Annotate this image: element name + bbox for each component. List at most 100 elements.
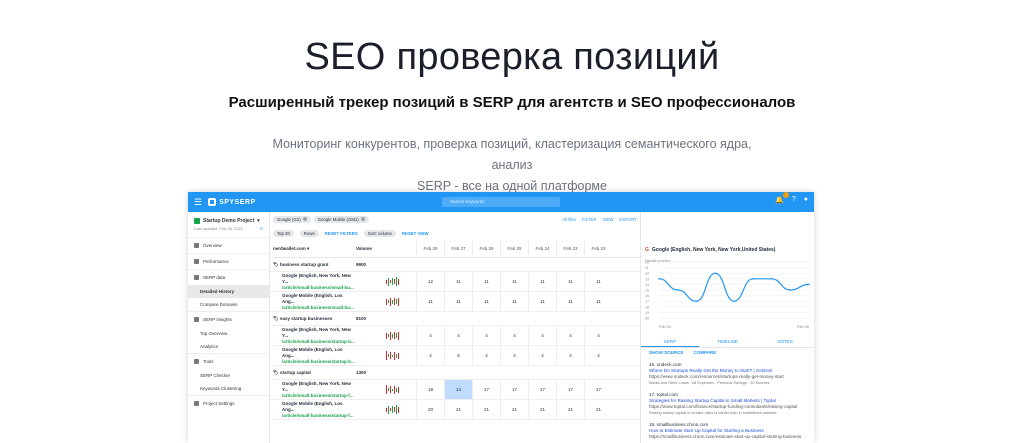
reset-filters-button[interactable]: RESET FILTERS — [325, 231, 358, 236]
position-cell[interactable]: 5 — [444, 346, 472, 365]
position-cell[interactable]: 20 — [416, 400, 444, 419]
date-header[interactable]: Feb 27 — [444, 240, 472, 257]
table-row[interactable]: Google Mobile (English, Los Ang.../artic… — [270, 346, 640, 366]
position-cell[interactable]: 17 — [528, 380, 556, 399]
serp-result[interactable]: 16. ondeck.com Where Do Startups Really G… — [649, 362, 808, 386]
table-row[interactable]: Google (English, New York, New Y.../arti… — [270, 326, 640, 346]
position-cell[interactable]: 4 — [444, 326, 472, 345]
ranking-url[interactable]: /article/small-business/startup-b... — [282, 359, 356, 365]
filter-button[interactable]: FILTER — [582, 217, 596, 222]
position-cell[interactable]: 11 — [500, 292, 528, 311]
position-cell[interactable]: 4 — [472, 326, 500, 345]
position-cell[interactable]: 4 — [500, 346, 528, 365]
serp-result[interactable]: 17. toptal.com Strategies for Raising Sta… — [649, 392, 808, 416]
table-row[interactable]: Google (English, New York, New Y.../arti… — [270, 380, 640, 400]
position-cell[interactable]: 11 — [528, 272, 556, 291]
sidebar-item[interactable]: SERP Checker — [188, 369, 269, 382]
date-header[interactable]: Feb 24 — [528, 240, 556, 257]
position-cell[interactable]: 4 — [416, 326, 444, 345]
position-cell[interactable]: 21 — [584, 400, 612, 419]
position-cell[interactable]: 17 — [556, 380, 584, 399]
sidebar-item[interactable]: Compare Domains — [188, 298, 269, 311]
position-cell[interactable]: 21 — [444, 400, 472, 419]
tab-timeline[interactable]: TIMELINE — [699, 336, 757, 347]
close-icon[interactable] — [360, 217, 365, 221]
position-cell[interactable]: 18 — [416, 380, 444, 399]
position-cell[interactable]: 11 — [472, 272, 500, 291]
position-cell[interactable]: 4 — [528, 346, 556, 365]
sidebar-item[interactable]: Keywords Clustering — [188, 382, 269, 395]
top-select[interactable]: Top 20 — [273, 229, 294, 237]
ranking-url[interactable]: /article/small-business/startup-b... — [282, 339, 356, 345]
position-cell[interactable]: 12 — [416, 272, 444, 291]
search-input[interactable]: Search keywords — [442, 197, 560, 207]
ranking-url[interactable]: /article/small-business/small-bu... — [282, 285, 356, 291]
notifications-icon[interactable]: 🔔 — [775, 192, 789, 204]
date-header[interactable]: Feb 25 — [500, 240, 528, 257]
position-cell[interactable]: 11 — [416, 292, 444, 311]
show-source-button[interactable]: SHOW SOURCE — [649, 350, 684, 355]
position-cell[interactable]: 4 — [528, 326, 556, 345]
position-cell[interactable]: 4 — [556, 346, 584, 365]
position-cell[interactable]: 4 — [416, 346, 444, 365]
export-button[interactable]: EXPORT — [619, 217, 637, 222]
position-cell[interactable]: 4 — [556, 326, 584, 345]
date-header[interactable]: Feb 28 — [416, 240, 444, 257]
chip-google-mobile[interactable]: Google Mobile (GM1) — [313, 215, 369, 223]
date-header[interactable]: Feb 23 — [556, 240, 584, 257]
table-row[interactable]: Google Mobile (English, Los Ang.../artic… — [270, 400, 640, 420]
reset-view-button[interactable]: RESET VIEW — [402, 231, 429, 236]
sidebar-item[interactable]: Top Overview — [188, 327, 269, 340]
position-cell[interactable]: 11 — [444, 272, 472, 291]
table-row[interactable]: Google (English, New York, New Y.../arti… — [270, 272, 640, 292]
sidebar-section[interactable]: Project Settings — [188, 395, 269, 411]
result-url[interactable]: https://smallbusiness.chron.com/estimate… — [649, 434, 808, 440]
project-selector[interactable]: Startup Demo Project ▾ — [188, 212, 269, 226]
table-row[interactable]: Google Mobile (English, Los Ang.../artic… — [270, 292, 640, 312]
position-cell[interactable]: 4 — [584, 346, 612, 365]
serp-result[interactable]: 18. smallbusiness.chron.com How to Estima… — [649, 422, 808, 440]
domain-header[interactable]: nerdwallet.com ▾ — [270, 246, 356, 252]
ranking-url[interactable]: /article/small-business/startup-f... — [282, 413, 356, 419]
view-button[interactable]: VIEW — [602, 217, 613, 222]
position-cell[interactable]: 21 — [472, 400, 500, 419]
position-cell[interactable]: 11 — [584, 272, 612, 291]
position-cell[interactable]: 14 — [444, 380, 472, 399]
position-cell[interactable]: 17 — [500, 380, 528, 399]
rows-select[interactable]: Rows — [299, 229, 319, 237]
compare-button[interactable]: COMPARE — [694, 350, 717, 355]
keyword-group-row[interactable]: 🏷 easy startup businesses 8100 — [270, 312, 640, 326]
help-icon[interactable]: ? — [792, 196, 796, 204]
position-cell[interactable]: 17 — [584, 380, 612, 399]
all-files-button[interactable]: All files — [562, 217, 576, 222]
position-cell[interactable]: 21 — [500, 400, 528, 419]
volume-header[interactable]: Volume — [356, 246, 386, 251]
position-cell[interactable]: 4 — [472, 346, 500, 365]
date-header[interactable]: Feb 22 — [584, 240, 612, 257]
position-cell[interactable]: 11 — [472, 292, 500, 311]
sidebar-section[interactable]: Performance — [188, 253, 269, 269]
position-cell[interactable]: 4 — [500, 326, 528, 345]
keyword-group-row[interactable]: 🏷 business startup grant 9900 — [270, 258, 640, 272]
ranking-url[interactable]: /article/small-business/startup-f... — [282, 393, 356, 399]
sidebar-section[interactable]: Tools — [188, 353, 269, 369]
tab-notes[interactable]: NOTES — [756, 336, 814, 347]
position-cell[interactable]: 11 — [444, 292, 472, 311]
position-cell[interactable]: 21 — [556, 400, 584, 419]
position-cell[interactable]: 4 — [584, 326, 612, 345]
position-cell[interactable]: 11 — [556, 292, 584, 311]
position-cell[interactable]: 11 — [500, 272, 528, 291]
sidebar-section[interactable]: Overview — [188, 237, 269, 253]
ranking-url[interactable]: /article/small-business/small-bu... — [282, 305, 356, 311]
position-cell[interactable]: 21 — [528, 400, 556, 419]
sidebar-section[interactable]: SERP data — [188, 269, 269, 285]
position-cell[interactable]: 11 — [584, 292, 612, 311]
position-cell[interactable]: 17 — [472, 380, 500, 399]
sidebar-item[interactable]: Detailed History — [188, 285, 269, 298]
user-icon[interactable]: ● — [804, 196, 808, 204]
sidebar-item[interactable]: Analytics — [188, 340, 269, 353]
keyword-group-row[interactable]: 🏷 startup capital 1300 — [270, 366, 640, 380]
refresh-icon[interactable]: ⟳ — [260, 226, 263, 231]
close-icon[interactable] — [302, 217, 307, 221]
sidebar-section[interactable]: SERP Insights — [188, 311, 269, 327]
